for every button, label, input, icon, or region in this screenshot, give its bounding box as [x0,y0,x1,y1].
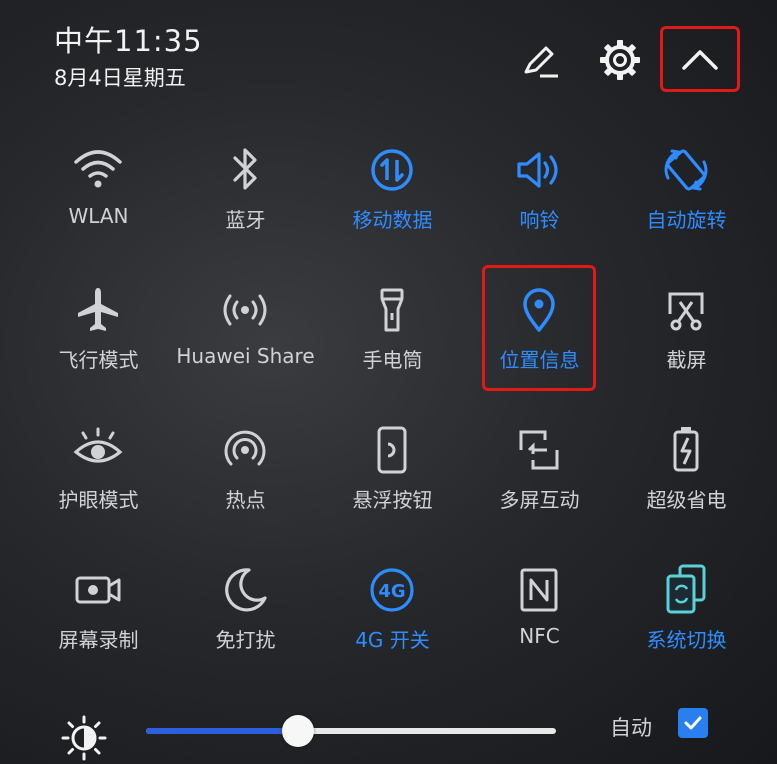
tile-battery-saver[interactable]: 超级省电 [613,418,760,538]
tile-hotspot[interactable]: 热点 [172,418,319,538]
tile-bluetooth[interactable]: 蓝牙 [172,138,319,258]
status-time: 中午11:35 [54,24,203,58]
tile-wifi[interactable]: WLAN [25,138,172,258]
tile-label: 超级省电 [646,488,727,512]
svg-text:4G: 4G [378,581,405,602]
tile-label: 悬浮按钮 [352,488,433,512]
share-signal-icon [215,280,275,340]
4g-icon: 4G [362,560,422,620]
status-date: 8月4日星期五 [54,66,186,90]
system-switch-icon [656,560,716,620]
tile-label: 移动数据 [352,208,433,232]
tile-label: 多屏互动 [499,488,580,512]
tile-moon[interactable]: 免打扰 [172,558,319,678]
tile-label: 屏幕录制 [58,628,139,652]
tile-system-switch[interactable]: 系统切换 [613,558,760,678]
pencil-edit-icon [524,46,558,78]
rotate-icon [656,140,716,200]
tile-mobile-data[interactable]: 移动数据 [319,138,466,258]
tile-nfc[interactable]: NFC [466,558,613,678]
tile-eye[interactable]: 护眼模式 [25,418,172,538]
auto-brightness-label: 自动 [610,716,652,740]
eye-icon [68,420,128,480]
edit-button[interactable] [512,32,568,88]
settings-button[interactable] [592,32,648,88]
location-highlight-box [482,265,596,391]
tile-screen-record[interactable]: 屏幕录制 [25,558,172,678]
collapse-panel-button[interactable] [660,26,740,92]
tile-label: WLAN [68,204,129,228]
tile-label: 4G 开关 [355,628,430,652]
battery-saver-icon [656,420,716,480]
multi-screen-icon [509,420,569,480]
tile-share-signal[interactable]: Huawei Share [172,278,319,398]
tile-label: 截屏 [666,348,707,372]
flashlight-icon [362,280,422,340]
tile-label: 系统切换 [646,628,727,652]
tile-airplane[interactable]: 飞行模式 [25,278,172,398]
brightness-slider[interactable] [146,715,556,747]
tile-label: 热点 [225,488,266,512]
screen-record-icon [68,560,128,620]
tile-label: 护眼模式 [58,488,139,512]
tile-rotate[interactable]: 自动旋转 [613,138,760,258]
airplane-icon [68,280,128,340]
tile-label: NFC [519,624,560,648]
speaker-icon [509,140,569,200]
tile-screenshot[interactable]: 截屏 [613,278,760,398]
brightness-slider-fill [146,728,298,734]
chevron-up-icon [682,50,718,70]
auto-brightness-checkbox[interactable] [678,708,708,738]
gear-icon [600,40,640,80]
mobile-data-icon [362,140,422,200]
brightness-icon [61,715,107,761]
tile-label: 自动旋转 [646,208,727,232]
moon-icon [215,560,275,620]
tile-label: 响铃 [519,208,560,232]
tile-floating-button[interactable]: 悬浮按钮 [319,418,466,538]
brightness-slider-thumb[interactable] [281,715,314,747]
tile-flashlight[interactable]: 手电筒 [319,278,466,398]
floating-button-icon [362,420,422,480]
tile-4g[interactable]: 4G 4G 开关 [319,558,466,678]
screenshot-icon [656,280,716,340]
tile-label: 飞行模式 [58,348,139,372]
tile-speaker[interactable]: 响铃 [466,138,613,258]
bluetooth-icon [215,140,275,200]
checkmark-icon [684,716,702,730]
tile-label: 手电筒 [362,348,423,372]
tile-label: 蓝牙 [225,208,266,232]
tile-label: 免打扰 [215,628,276,652]
tile-label: Huawei Share [176,344,315,368]
hotspot-icon [215,420,275,480]
nfc-icon [509,560,569,620]
tile-multi-screen[interactable]: 多屏互动 [466,418,613,538]
wifi-icon [68,140,128,200]
